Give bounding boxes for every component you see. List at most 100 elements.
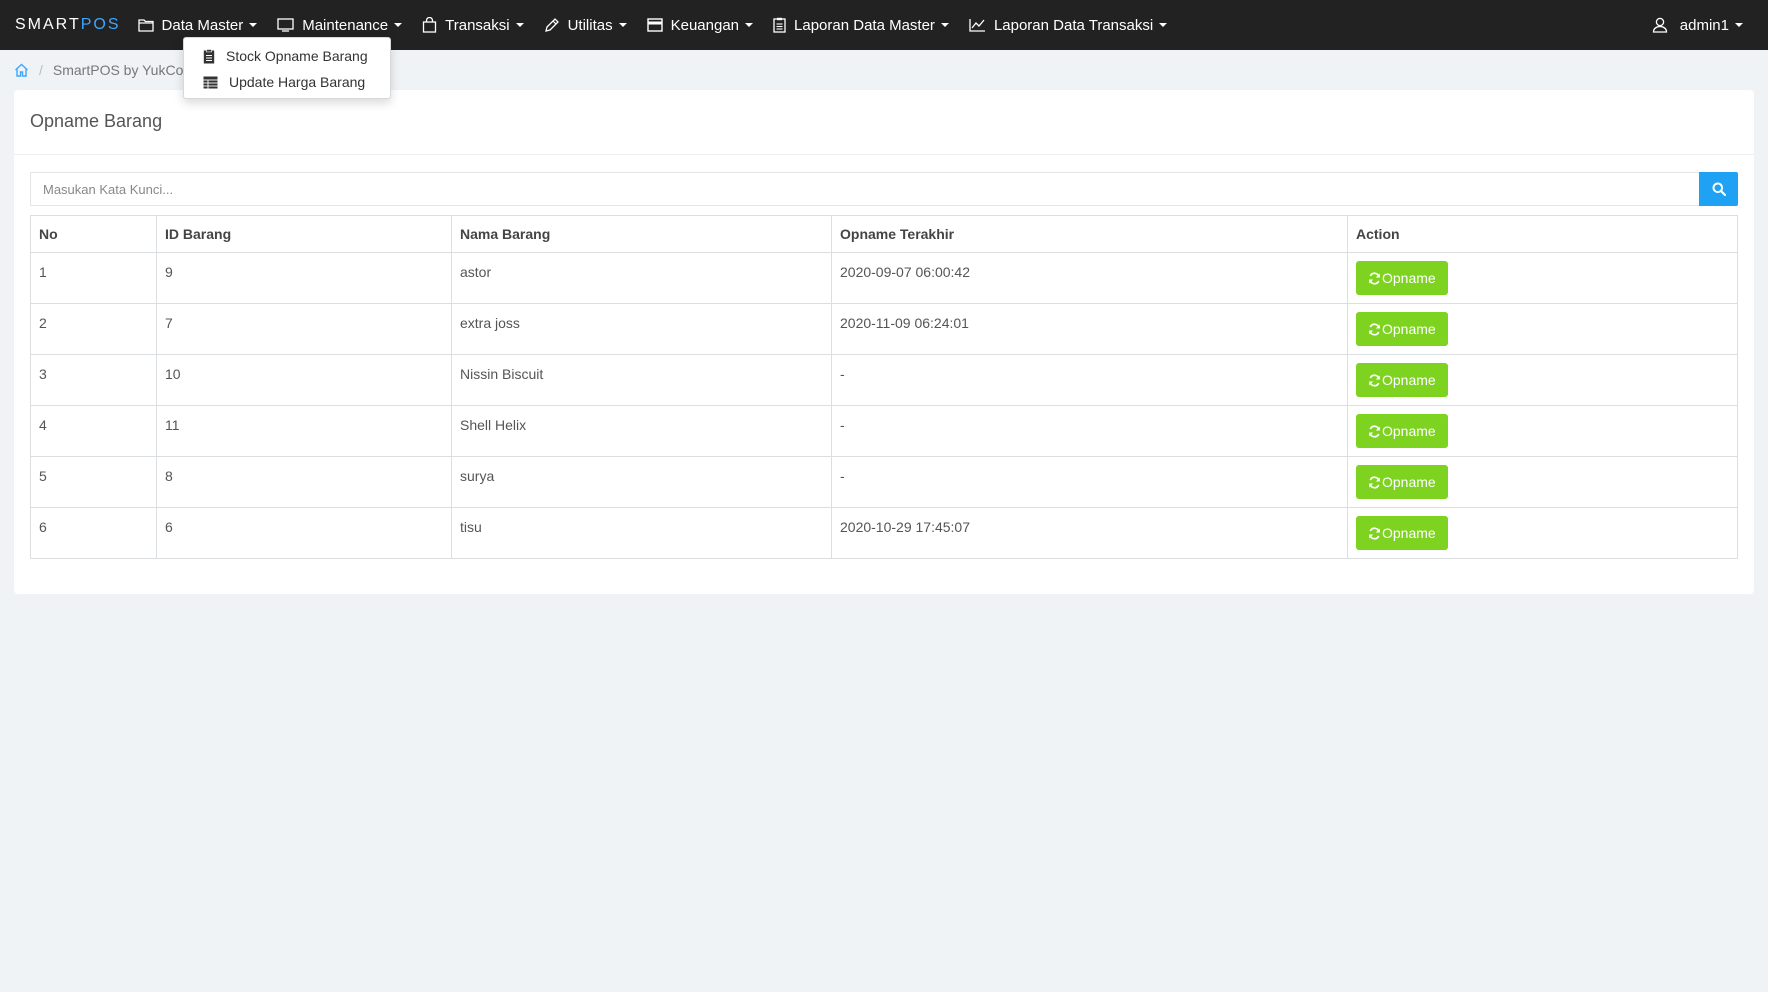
nav-laporan-data-master[interactable]: Laporan Data Master [773, 0, 949, 50]
cell-nama-barang: extra joss [451, 303, 832, 355]
credit-card-icon [646, 18, 663, 32]
caret-down-icon [515, 23, 524, 27]
nav-laporan-data-transaksi[interactable]: Laporan Data Transaksi [969, 0, 1168, 50]
opname-button-label: Opname [1382, 321, 1436, 337]
column-header-no: No [30, 215, 157, 253]
nav-transaksi-label: Transaksi [445, 16, 510, 34]
caret-down-icon [745, 23, 754, 27]
opname-panel: Opname Barang No ID Barang Nama Barang O… [14, 90, 1754, 594]
opname-button[interactable]: Opname [1356, 363, 1448, 397]
table-icon [203, 76, 218, 88]
cell-id-barang: 11 [156, 405, 452, 457]
opname-table: No ID Barang Nama Barang Opname Terakhir… [30, 215, 1738, 559]
data-master-dropdown: Stock Opname Barang Update Harga Barang [183, 37, 391, 99]
search-bar [30, 172, 1738, 206]
caret-down-icon [618, 23, 627, 27]
table-row: 5 8 surya - Opname [30, 456, 1738, 508]
refresh-icon [1369, 271, 1380, 285]
table-header-row: No ID Barang Nama Barang Opname Terakhir… [30, 215, 1738, 253]
cell-action: Opname [1347, 354, 1738, 406]
caret-down-icon [940, 23, 949, 27]
cell-id-barang: 6 [156, 507, 452, 559]
caret-down-icon [1159, 23, 1168, 27]
breadcrumb: / SmartPOS by YukCoding [14, 58, 210, 82]
opname-button-label: Opname [1382, 423, 1436, 439]
cell-no: 4 [30, 405, 157, 457]
nav-keuangan-label: Keuangan [670, 16, 740, 34]
opname-button[interactable]: Opname [1356, 261, 1448, 295]
user-name: admin1 [1679, 16, 1729, 34]
refresh-icon [1369, 424, 1380, 438]
cell-action: Opname [1347, 405, 1738, 457]
brand-main: SMART [15, 16, 81, 33]
cell-nama-barang: Nissin Biscuit [451, 354, 832, 406]
opname-button[interactable]: Opname [1356, 516, 1448, 550]
opname-button-label: Opname [1382, 474, 1436, 490]
folder-icon [137, 19, 154, 32]
dropdown-item-stock-opname[interactable]: Stock Opname Barang [184, 43, 390, 69]
breadcrumb-separator: / [39, 62, 43, 78]
user-icon [1652, 17, 1667, 33]
home-icon[interactable] [14, 63, 29, 77]
cell-action: Opname [1347, 252, 1738, 304]
dropdown-item-label: Stock Opname Barang [226, 48, 368, 64]
cell-no: 6 [30, 507, 157, 559]
opname-button-label: Opname [1382, 270, 1436, 286]
dropdown-item-label: Update Harga Barang [229, 74, 366, 90]
column-header-opname-terakhir: Opname Terakhir [831, 215, 1348, 253]
monitor-icon [277, 18, 294, 32]
cell-opname-terakhir: 2020-11-09 06:24:01 [831, 303, 1348, 355]
table-row: 3 10 Nissin Biscuit - Opname [30, 354, 1738, 406]
nav-maintenance-label: Maintenance [302, 16, 389, 34]
brand-logo[interactable]: SMARTPOS [15, 16, 121, 34]
table-row: 2 7 extra joss 2020-11-09 06:24:01 Opnam… [30, 303, 1738, 355]
search-input[interactable] [30, 172, 1699, 206]
refresh-icon [1369, 373, 1380, 387]
pen-icon [544, 18, 559, 32]
nav-utilitas[interactable]: Utilitas [544, 0, 627, 50]
table-row: 1 9 astor 2020-09-07 06:00:42 Opname [30, 252, 1738, 304]
opname-button[interactable]: Opname [1356, 465, 1448, 499]
nav-laporan-data-master-label: Laporan Data Master [794, 16, 935, 34]
column-header-nama-barang: Nama Barang [451, 215, 832, 253]
user-menu[interactable]: admin1 [1652, 0, 1743, 50]
dropdown-item-update-harga[interactable]: Update Harga Barang [184, 69, 390, 95]
caret-down-icon [1735, 23, 1743, 27]
cell-action: Opname [1347, 507, 1738, 559]
line-chart-icon [969, 19, 985, 32]
cell-action: Opname [1347, 303, 1738, 355]
nav-keuangan[interactable]: Keuangan [646, 0, 754, 50]
cell-opname-terakhir: 2020-09-07 06:00:42 [831, 252, 1348, 304]
cell-no: 1 [30, 252, 157, 304]
cell-opname-terakhir: - [831, 405, 1348, 457]
nav-laporan-data-transaksi-label: Laporan Data Transaksi [993, 16, 1154, 34]
table-row: 4 11 Shell Helix - Opname [30, 405, 1738, 457]
shopping-bag-icon [422, 17, 437, 33]
cell-nama-barang: astor [451, 252, 832, 304]
clipboard-icon [203, 48, 215, 63]
cell-nama-barang: Shell Helix [451, 405, 832, 457]
opname-button-label: Opname [1382, 525, 1436, 541]
page-title: Opname Barang [14, 90, 1754, 155]
cell-id-barang: 7 [156, 303, 452, 355]
cell-no: 2 [30, 303, 157, 355]
nav-data-master-label: Data Master [161, 16, 244, 34]
cell-opname-terakhir: - [831, 456, 1348, 508]
caret-down-icon [394, 23, 403, 27]
cell-opname-terakhir: 2020-10-29 17:45:07 [831, 507, 1348, 559]
opname-button[interactable]: Opname [1356, 414, 1448, 448]
column-header-id-barang: ID Barang [156, 215, 452, 253]
nav-transaksi[interactable]: Transaksi [422, 0, 524, 50]
cell-id-barang: 9 [156, 252, 452, 304]
search-icon [1712, 182, 1726, 196]
search-button[interactable] [1699, 172, 1738, 206]
cell-action: Opname [1347, 456, 1738, 508]
refresh-icon [1369, 526, 1380, 540]
table-row: 6 6 tisu 2020-10-29 17:45:07 Opname [30, 507, 1738, 559]
cell-no: 3 [30, 354, 157, 406]
cell-nama-barang: surya [451, 456, 832, 508]
cell-opname-terakhir: - [831, 354, 1348, 406]
opname-button[interactable]: Opname [1356, 312, 1448, 346]
refresh-icon [1369, 322, 1380, 336]
caret-down-icon [249, 23, 258, 27]
